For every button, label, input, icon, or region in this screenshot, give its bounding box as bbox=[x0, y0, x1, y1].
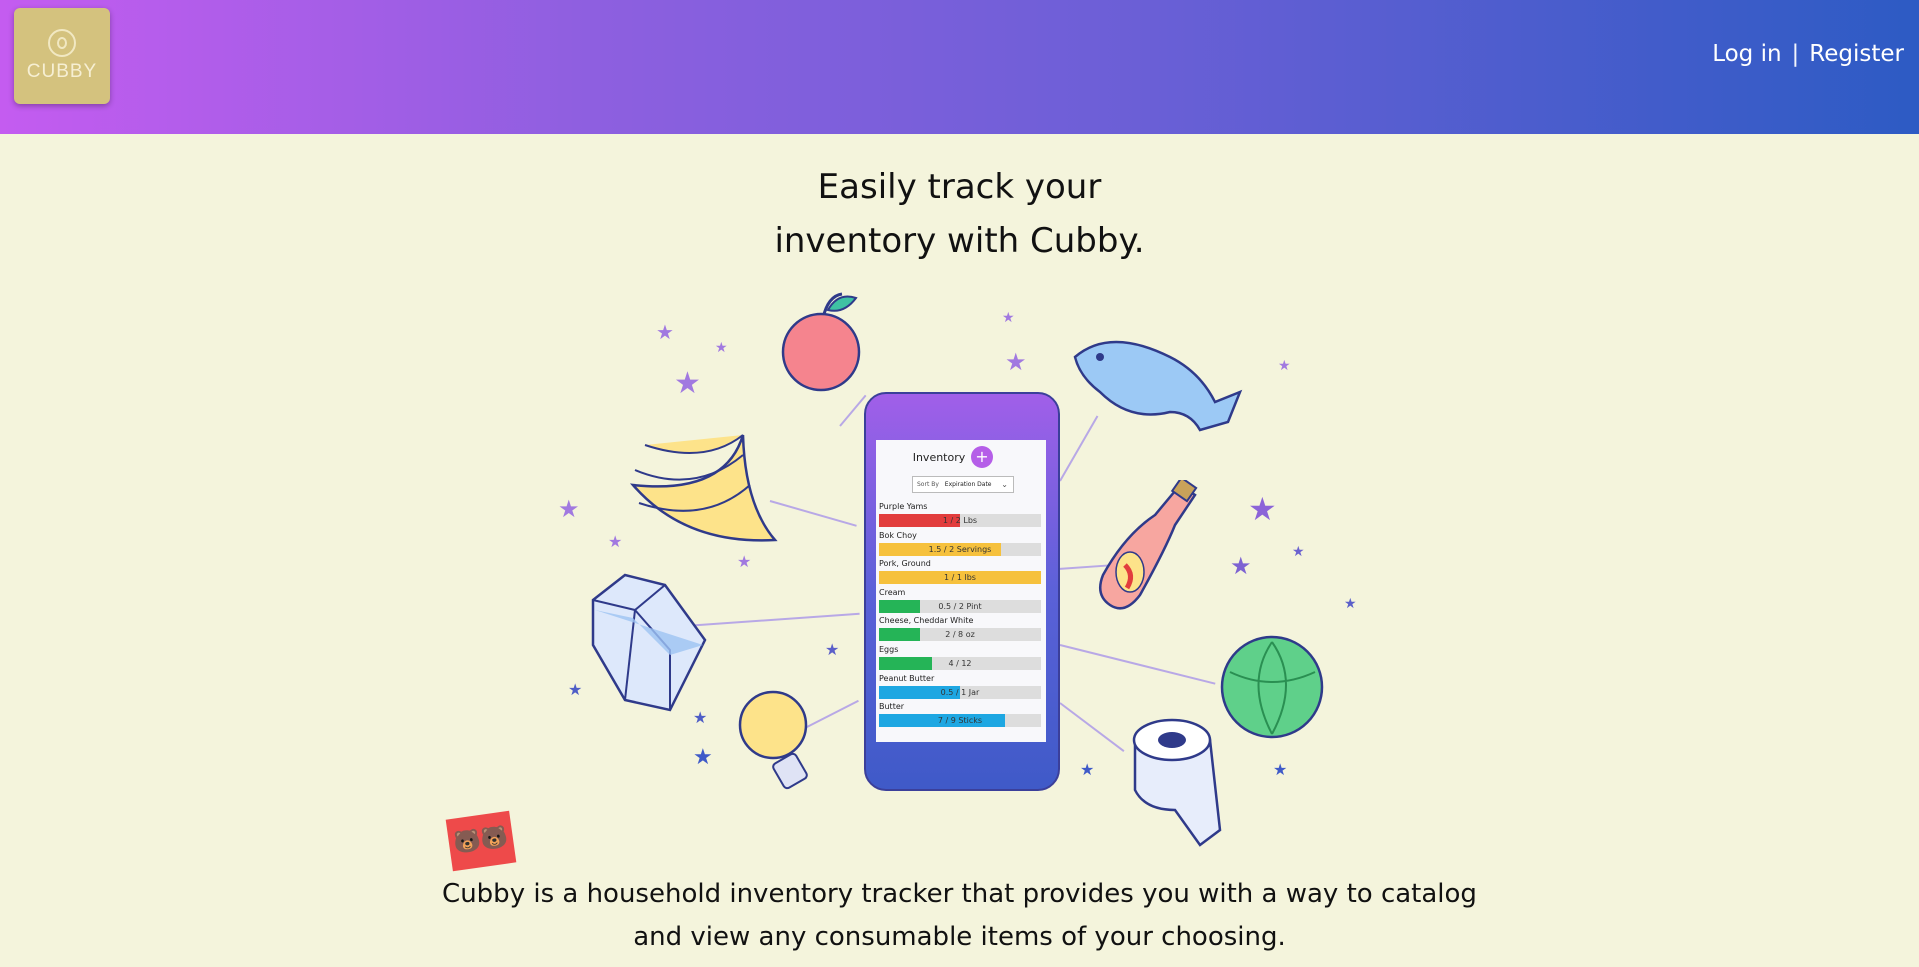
auth-links: Log in | Register bbox=[1712, 41, 1904, 67]
connector-line bbox=[1059, 702, 1125, 752]
star-icon: ★ bbox=[715, 340, 728, 356]
phone-mockup: Inventory + Sort By Expiration Date ⌄ Pu… bbox=[864, 392, 1060, 791]
item-quantity: 2 / 8 oz bbox=[945, 630, 975, 640]
connector-line bbox=[684, 612, 860, 627]
hero-title: Easily track your inventory with Cubby. bbox=[0, 160, 1919, 268]
item-name: Cheese, Cheddar White bbox=[879, 616, 974, 626]
item-name: Bok Choy bbox=[879, 530, 917, 540]
star-icon: ★ bbox=[1292, 544, 1305, 560]
fish-icon bbox=[1073, 340, 1243, 432]
star-icon: ★ bbox=[1005, 348, 1027, 376]
connector-line bbox=[1059, 644, 1216, 685]
chevron-down-icon: ⌄ bbox=[1001, 480, 1008, 489]
inventory-item[interactable]: Peanut Butter 0.5 / 1 Jar bbox=[879, 674, 1041, 700]
inventory-item[interactable]: Cream 0.5 / 2 Pint bbox=[879, 588, 1041, 614]
quantity-bar: 1 / 2 Lbs bbox=[879, 514, 1041, 527]
hero-title-line2: inventory with Cubby. bbox=[774, 221, 1145, 261]
quantity-bar: 1 / 1 lbs bbox=[879, 571, 1041, 585]
star-icon: ★ bbox=[608, 532, 623, 551]
star-icon: ★ bbox=[558, 495, 580, 523]
banana-icon bbox=[629, 434, 778, 542]
item-quantity: 1.5 / 2 Servings bbox=[928, 544, 992, 554]
auth-separator: | bbox=[1791, 41, 1800, 67]
item-name: Eggs bbox=[879, 645, 899, 654]
bear-logo-icon bbox=[48, 29, 76, 57]
star-icon: ★ bbox=[674, 366, 701, 401]
toilet-paper-icon bbox=[1132, 718, 1222, 847]
top-banner: CUBBY Log in | Register bbox=[0, 0, 1919, 134]
inventory-item[interactable]: Pork, Ground 1 / 1 lbs bbox=[879, 559, 1041, 585]
quantity-bar: 0.5 / 2 Pint bbox=[879, 599, 1041, 613]
item-quantity: 1 / 1 lbs bbox=[944, 573, 976, 583]
item-quantity: 1 / 2 Lbs bbox=[942, 516, 978, 525]
item-name: Pork, Ground bbox=[879, 559, 931, 569]
hero-illustration: ★ ★ ★ ★ ★ ★ ★ ★ ★ ★ ★ ★ ★ ★ ★ ★ ★ ★ ★ In… bbox=[540, 290, 1380, 850]
quantity-bar: 7 / 9 Sticks bbox=[879, 714, 1041, 728]
apple-icon bbox=[781, 292, 861, 392]
star-icon: ★ bbox=[656, 320, 674, 344]
light-bulb-icon bbox=[738, 690, 808, 790]
description: Cubby is a household inventory tracker t… bbox=[0, 873, 1919, 959]
sort-label: Sort By bbox=[917, 481, 939, 488]
inventory-item[interactable]: Eggs 4 / 12 bbox=[879, 645, 1041, 671]
star-icon: ★ bbox=[1278, 358, 1291, 374]
hero-title-line1: Easily track your bbox=[817, 167, 1102, 207]
add-item-button[interactable]: + bbox=[971, 446, 993, 468]
milk-carton-icon bbox=[591, 573, 707, 712]
register-link[interactable]: Register bbox=[1809, 41, 1904, 67]
item-name: Butter bbox=[879, 702, 905, 712]
quantity-bar: 2 / 8 oz bbox=[879, 628, 1041, 642]
hot-sauce-bottle-icon bbox=[1098, 480, 1198, 610]
logo-text: CUBBY bbox=[26, 61, 98, 82]
item-quantity: 7 / 9 Sticks bbox=[937, 716, 983, 726]
item-quantity: 0.5 / 1 Jar bbox=[940, 687, 980, 697]
star-icon: ★ bbox=[1230, 552, 1252, 580]
star-icon: ★ bbox=[1344, 596, 1357, 612]
description-line1: Cubby is a household inventory tracker t… bbox=[442, 879, 1477, 909]
star-icon: ★ bbox=[825, 640, 840, 659]
item-name: Peanut Butter bbox=[879, 673, 935, 683]
inventory-item[interactable]: Butter 7 / 9 Sticks bbox=[879, 702, 1041, 728]
star-icon: ★ bbox=[1080, 760, 1095, 779]
quantity-bar: 0.5 / 1 Jar bbox=[879, 685, 1041, 699]
sort-select[interactable]: Sort By Expiration Date ⌄ bbox=[912, 476, 1014, 493]
inventory-item[interactable]: Cheese, Cheddar White 2 / 8 oz bbox=[879, 616, 1041, 642]
phone-screen: Inventory + Sort By Expiration Date ⌄ Pu… bbox=[876, 440, 1046, 742]
star-icon: ★ bbox=[568, 680, 583, 699]
star-icon: ★ bbox=[1248, 490, 1277, 528]
inventory-item[interactable]: Purple Yams 1 / 2 Lbs bbox=[879, 502, 1041, 528]
star-icon: ★ bbox=[1002, 310, 1015, 326]
login-link[interactable]: Log in bbox=[1712, 41, 1781, 67]
item-quantity: 0.5 / 2 Pint bbox=[938, 601, 982, 611]
description-line2: and view any consumable items of your ch… bbox=[633, 922, 1286, 952]
inventory-title: Inventory bbox=[912, 451, 966, 464]
bear-sticker: 🐻🐻 bbox=[445, 810, 517, 872]
inventory-item[interactable]: Bok Choy 1.5 / 2 Servings bbox=[879, 531, 1041, 557]
item-name: Purple Yams bbox=[879, 502, 928, 511]
star-icon: ★ bbox=[1273, 760, 1288, 779]
quantity-bar: 1.5 / 2 Servings bbox=[879, 542, 1041, 556]
item-name: Cream bbox=[879, 587, 906, 597]
quantity-bar: 4 / 12 bbox=[879, 657, 1041, 670]
star-icon: ★ bbox=[693, 745, 713, 770]
item-quantity: 4 / 12 bbox=[948, 659, 972, 668]
cubby-logo[interactable]: CUBBY bbox=[14, 8, 110, 104]
sort-value: Expiration Date bbox=[944, 481, 992, 488]
